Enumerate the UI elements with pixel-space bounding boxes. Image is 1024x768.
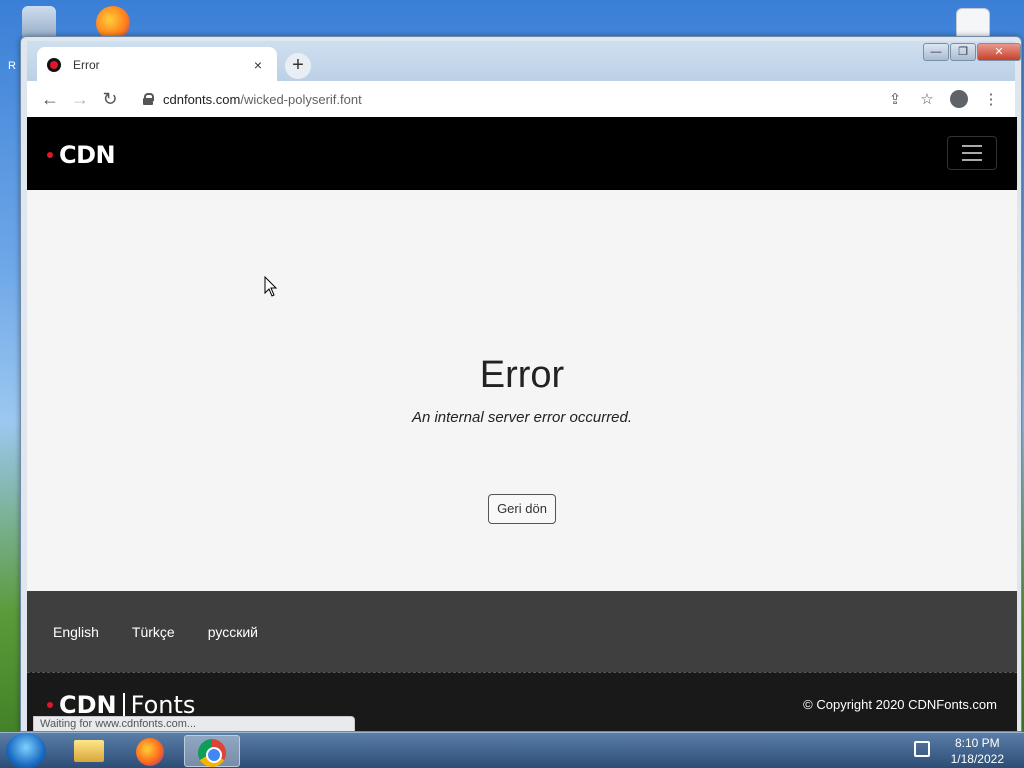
footer-logo-separator xyxy=(122,693,125,717)
lock-icon[interactable] xyxy=(143,93,154,105)
back-arrow-icon[interactable]: ← xyxy=(35,84,65,114)
cdn-favicon-icon xyxy=(47,58,61,72)
error-section: Error An internal server error occurred.… xyxy=(27,190,1017,591)
taskbar-chrome-button[interactable] xyxy=(184,735,240,767)
profile-button[interactable] xyxy=(943,84,975,114)
taskbar: 8:10 PM 1/18/2022 xyxy=(0,732,1024,768)
logo-dot-icon xyxy=(47,152,53,158)
browser-window: Error × + — ❐ ✕ ← → ↻ cdnfonts.com /wick… xyxy=(20,36,1022,732)
tab-strip: Error × + — ❐ ✕ xyxy=(27,41,1021,83)
hamburger-icon-bar xyxy=(962,152,982,154)
clock-time: 8:10 PM xyxy=(954,736,1000,750)
site-navbar: CDN xyxy=(27,117,1017,190)
lang-link-turkish[interactable]: Türkçe xyxy=(132,624,175,640)
desktop-icon-label: R xyxy=(8,60,16,72)
clock-date: 1/18/2022 xyxy=(950,752,1004,766)
tab-title: Error xyxy=(73,58,100,72)
taskbar-firefox-button[interactable] xyxy=(122,735,178,767)
hamburger-menu-button[interactable] xyxy=(947,136,997,170)
go-back-button[interactable]: Geri dön xyxy=(488,494,556,524)
url-path: /wicked-polyserif.font xyxy=(240,91,362,107)
lang-link-english[interactable]: English xyxy=(53,624,99,640)
new-tab-button[interactable]: + xyxy=(285,53,311,79)
web-page: CDN Error An internal server error occur… xyxy=(27,117,1017,731)
browser-menu-icon[interactable]: ⋮ xyxy=(975,84,1007,114)
bookmark-star-icon[interactable]: ☆ xyxy=(911,84,943,114)
logo-text: CDN xyxy=(59,141,116,169)
footer-logo[interactable]: CDN Fonts xyxy=(47,691,195,719)
copyright-text: © Copyright 2020 CDNFonts.com xyxy=(803,697,997,712)
system-clock[interactable]: 8:10 PM 1/18/2022 xyxy=(951,735,1004,767)
status-bubble: Waiting for www.cdnfonts.com... xyxy=(33,716,355,731)
start-button[interactable] xyxy=(6,733,46,768)
folder-icon xyxy=(74,740,104,762)
logo-dot-icon xyxy=(47,702,53,708)
footer-logo-fonts: Fonts xyxy=(130,691,196,719)
close-window-button[interactable]: ✕ xyxy=(977,43,1021,61)
language-bar: English Türkçe русский xyxy=(27,591,1017,672)
firefox-icon xyxy=(136,738,164,766)
hamburger-icon-bar xyxy=(962,145,982,147)
hamburger-icon-bar xyxy=(962,159,982,161)
minimize-button[interactable]: — xyxy=(923,43,949,61)
error-message: An internal server error occurred. xyxy=(411,409,633,426)
url-host: cdnfonts.com xyxy=(163,91,241,107)
network-icon[interactable] xyxy=(914,741,930,757)
footer-logo-cdn: CDN xyxy=(59,691,117,719)
browser-toolbar: ← → ↻ cdnfonts.com /wicked-polyserif.fon… xyxy=(27,81,1015,117)
recycle-bin-icon[interactable] xyxy=(22,6,56,40)
lang-link-russian[interactable]: русский xyxy=(208,624,258,640)
maximize-button[interactable]: ❐ xyxy=(950,43,976,61)
tab-close-icon[interactable]: × xyxy=(249,57,267,73)
taskbar-explorer-button[interactable] xyxy=(62,735,118,767)
error-title: Error xyxy=(479,354,565,396)
chrome-icon xyxy=(198,739,226,767)
address-bar[interactable]: cdnfonts.com /wicked-polyserif.font xyxy=(133,85,871,113)
cdn-logo[interactable]: CDN xyxy=(47,141,116,169)
firefox-desktop-icon[interactable] xyxy=(96,6,130,40)
share-icon[interactable]: ⇪ xyxy=(879,84,911,114)
profile-avatar-icon xyxy=(950,90,968,108)
tab-error[interactable]: Error × xyxy=(37,47,277,83)
reload-icon[interactable]: ↻ xyxy=(95,84,125,114)
mouse-cursor-icon xyxy=(264,276,278,297)
forward-arrow-icon[interactable]: → xyxy=(65,84,95,114)
